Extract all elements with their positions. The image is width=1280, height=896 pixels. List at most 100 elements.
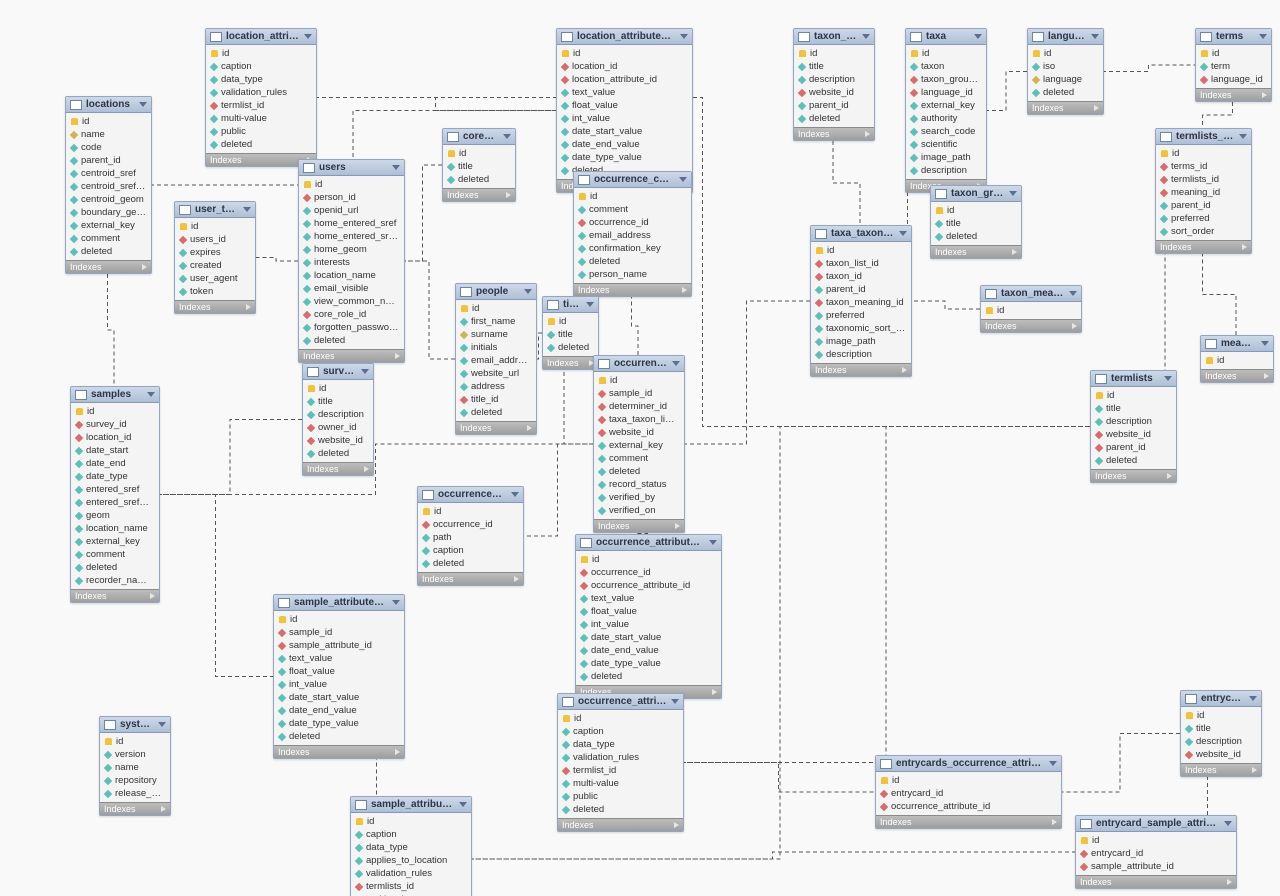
chevron-down-icon[interactable] xyxy=(158,722,166,727)
field[interactable]: preferred xyxy=(811,309,911,322)
field[interactable]: text_value xyxy=(576,592,721,605)
field[interactable]: surname xyxy=(456,328,536,341)
field[interactable]: date_type_value xyxy=(576,657,721,670)
chevron-down-icon[interactable] xyxy=(1164,376,1172,381)
field[interactable]: iso xyxy=(1028,60,1103,73)
chevron-down-icon[interactable] xyxy=(679,177,687,182)
table-termlists_terms[interactable]: termlists_termsidterms_idtermlists_idmea… xyxy=(1155,128,1252,254)
field[interactable]: text_value xyxy=(557,86,692,99)
indexes-section[interactable]: Indexes xyxy=(1156,240,1251,253)
field[interactable]: occurrence_attribute_id xyxy=(876,800,1061,813)
field[interactable]: deleted xyxy=(794,112,874,125)
pk-field[interactable]: id xyxy=(100,735,170,748)
table-occurrence_attributes[interactable]: occurrence_attributesidcaptiondata_typev… xyxy=(557,693,684,832)
table-header[interactable]: meanings xyxy=(1201,336,1273,352)
field[interactable]: title xyxy=(931,217,1021,230)
field[interactable]: title xyxy=(794,60,874,73)
field[interactable]: entered_sref xyxy=(71,483,159,496)
field[interactable]: termlist_id xyxy=(206,99,316,112)
table-occurrences[interactable]: occurrencesidsample_iddeterminer_idtaxa_… xyxy=(593,355,685,533)
table-core_roles[interactable]: core_rolesidtitledeletedIndexes xyxy=(442,128,516,202)
chevron-down-icon[interactable] xyxy=(524,289,532,294)
field[interactable]: verified_by xyxy=(594,491,684,504)
chevron-down-icon[interactable] xyxy=(862,34,870,39)
field[interactable]: description xyxy=(1091,415,1176,428)
field[interactable]: taxon_list_id xyxy=(811,257,911,270)
indexes-section[interactable]: Indexes xyxy=(1076,875,1236,888)
field[interactable]: record_status xyxy=(594,478,684,491)
field[interactable]: person_name xyxy=(574,268,691,281)
indexes-section[interactable]: Indexes xyxy=(1201,369,1273,382)
indexes-section[interactable]: Indexes xyxy=(574,283,691,296)
table-entrycards[interactable]: entrycardsidtitledescriptionwebsite_idIn… xyxy=(1180,690,1262,777)
field[interactable]: title xyxy=(1091,402,1176,415)
pk-field[interactable]: id xyxy=(794,47,874,60)
pk-field[interactable]: id xyxy=(557,47,692,60)
table-header[interactable]: entrycards_occurrence_attributes xyxy=(876,756,1061,772)
field[interactable]: deleted xyxy=(206,138,316,151)
field[interactable]: deleted xyxy=(418,557,523,570)
table-entrycards_occurrence_attributes[interactable]: entrycards_occurrence_attributesidentryc… xyxy=(875,755,1062,829)
field[interactable]: release_date xyxy=(100,787,170,800)
field[interactable]: date_end xyxy=(71,457,159,470)
table-meanings[interactable]: meaningsidIndexes xyxy=(1200,335,1274,383)
field[interactable]: parent_id xyxy=(811,283,911,296)
indexes-section[interactable]: Indexes xyxy=(1196,88,1271,101)
field[interactable]: date_start xyxy=(71,444,159,457)
field[interactable]: language xyxy=(1028,73,1103,86)
field[interactable]: deleted xyxy=(456,406,536,419)
field[interactable]: taxonomic_sort_order xyxy=(811,322,911,335)
table-occurrence_attribute_values[interactable]: occurrence_attribute_valuesidoccurrence_… xyxy=(575,534,722,699)
chevron-down-icon[interactable] xyxy=(1261,341,1269,346)
field[interactable]: expires xyxy=(175,246,255,259)
pk-field[interactable]: id xyxy=(351,815,471,828)
table-header[interactable]: occurrence_images xyxy=(418,487,523,503)
field[interactable]: initials xyxy=(456,341,536,354)
field[interactable]: date_type xyxy=(71,470,159,483)
table-titles[interactable]: titlesidtitledeletedIndexes xyxy=(542,296,599,370)
field[interactable]: validation_rules xyxy=(206,86,316,99)
field[interactable]: data_type xyxy=(351,841,471,854)
table-user_tokens[interactable]: user_tokensidusers_idexpirescreateduser_… xyxy=(174,201,256,314)
field[interactable]: search_code xyxy=(906,125,986,138)
chevron-down-icon[interactable] xyxy=(899,231,907,236)
field[interactable]: public xyxy=(558,790,683,803)
field[interactable]: person_id xyxy=(299,191,404,204)
field[interactable]: data_type xyxy=(206,73,316,86)
pk-field[interactable]: id xyxy=(981,304,1081,317)
field[interactable]: entrycard_id xyxy=(1076,847,1236,860)
indexes-section[interactable]: Indexes xyxy=(876,815,1061,828)
field[interactable]: language_id xyxy=(1196,73,1271,86)
table-header[interactable]: locations xyxy=(66,97,151,113)
field[interactable]: date_start_value xyxy=(576,631,721,644)
field[interactable]: repository xyxy=(100,774,170,787)
indexes-section[interactable]: Indexes xyxy=(418,572,523,585)
pk-field[interactable]: id xyxy=(1156,147,1251,160)
field[interactable]: core_role_id xyxy=(299,308,404,321)
indexes-section[interactable]: Indexes xyxy=(303,462,373,475)
field[interactable]: description xyxy=(1181,735,1261,748)
pk-field[interactable]: id xyxy=(175,220,255,233)
field[interactable]: verified_on xyxy=(594,504,684,517)
field[interactable]: comment xyxy=(594,452,684,465)
field[interactable]: address xyxy=(456,380,536,393)
field[interactable]: date_end_value xyxy=(274,704,404,717)
field[interactable]: home_entered_sref_system xyxy=(299,230,404,243)
pk-field[interactable]: id xyxy=(274,613,404,626)
field[interactable]: openid_url xyxy=(299,204,404,217)
field[interactable]: parent_id xyxy=(66,154,151,167)
pk-field[interactable]: id xyxy=(1196,47,1271,60)
field[interactable]: title xyxy=(303,395,373,408)
field[interactable]: title xyxy=(1181,722,1261,735)
field[interactable]: title_id xyxy=(456,393,536,406)
field[interactable]: meaning_id xyxy=(1156,186,1251,199)
indexes-section[interactable]: Indexes xyxy=(558,818,683,831)
field[interactable]: validation_rules xyxy=(558,751,683,764)
chevron-down-icon[interactable] xyxy=(709,540,717,545)
table-header[interactable]: location_attributes_values xyxy=(557,29,692,45)
table-samples[interactable]: samplesidsurvey_idlocation_iddate_startd… xyxy=(70,386,160,603)
field[interactable]: geom xyxy=(71,509,159,522)
table-header[interactable]: entrycard_sample_attributes xyxy=(1076,816,1236,832)
field[interactable]: home_geom xyxy=(299,243,404,256)
field[interactable]: date_start_value xyxy=(274,691,404,704)
